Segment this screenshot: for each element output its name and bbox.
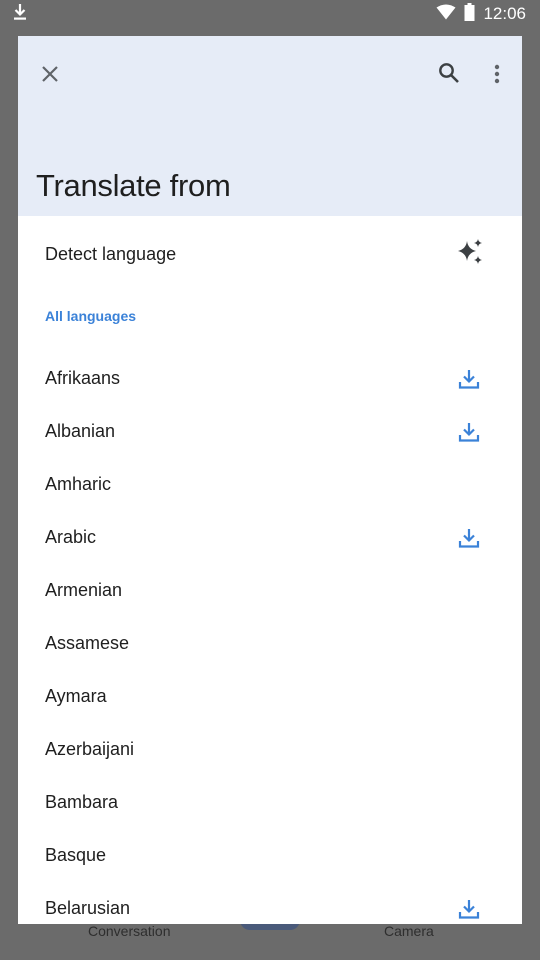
language-item-azerbaijani[interactable]: Azerbaijani bbox=[18, 723, 522, 776]
sheet-header: Translate from bbox=[18, 36, 522, 216]
all-languages-section-label: All languages bbox=[45, 308, 137, 324]
status-time: 12:06 bbox=[483, 4, 526, 23]
language-picker-sheet: Translate from Detect language All langu… bbox=[18, 36, 522, 924]
status-bar: 12:06 bbox=[0, 0, 540, 28]
detect-language-item[interactable]: Detect language bbox=[18, 226, 522, 282]
language-label: Armenian bbox=[45, 580, 123, 600]
language-item-amharic[interactable]: Amharic bbox=[18, 458, 522, 511]
language-label: Azerbaijani bbox=[45, 739, 135, 759]
download-icon[interactable] bbox=[458, 898, 480, 920]
language-item-assamese[interactable]: Assamese bbox=[18, 617, 522, 670]
language-item-albanian[interactable]: Albanian bbox=[18, 405, 522, 458]
search-button[interactable] bbox=[429, 55, 469, 95]
language-item-belarusian[interactable]: Belarusian bbox=[18, 882, 522, 924]
sparkle-icon bbox=[456, 238, 484, 271]
close-icon bbox=[41, 65, 59, 88]
download-icon[interactable] bbox=[458, 368, 480, 390]
wifi-icon bbox=[436, 4, 456, 25]
page-title: Translate from bbox=[36, 168, 231, 203]
language-label: Amharic bbox=[45, 474, 112, 494]
language-label: Basque bbox=[45, 845, 107, 865]
language-label: Belarusian bbox=[45, 898, 131, 918]
language-label: Aymara bbox=[45, 686, 107, 706]
download-icon[interactable] bbox=[458, 527, 480, 549]
download-icon[interactable] bbox=[458, 421, 480, 443]
language-item-aymara[interactable]: Aymara bbox=[18, 670, 522, 723]
language-label: Afrikaans bbox=[45, 368, 121, 388]
language-item-basque[interactable]: Basque bbox=[18, 829, 522, 882]
language-list: Afrikaans Albanian Amharic Arabic Armeni… bbox=[18, 352, 522, 924]
nav-conversation-label: Conversation bbox=[88, 923, 171, 939]
language-item-arabic[interactable]: Arabic bbox=[18, 511, 522, 564]
language-item-bambara[interactable]: Bambara bbox=[18, 776, 522, 829]
nav-camera-label: Camera bbox=[384, 923, 434, 939]
language-label: Assamese bbox=[45, 633, 130, 653]
search-icon bbox=[438, 62, 460, 89]
close-button[interactable] bbox=[30, 56, 70, 96]
language-label: Bambara bbox=[45, 792, 119, 812]
download-icon bbox=[12, 3, 28, 26]
battery-icon bbox=[464, 2, 475, 26]
language-item-armenian[interactable]: Armenian bbox=[18, 564, 522, 617]
language-label: Albanian bbox=[45, 421, 116, 441]
more-vert-icon bbox=[494, 64, 500, 89]
language-item-afrikaans[interactable]: Afrikaans bbox=[18, 352, 522, 405]
more-options-button[interactable] bbox=[477, 56, 517, 96]
detect-language-label: Detect language bbox=[45, 243, 177, 264]
language-label: Arabic bbox=[45, 527, 97, 547]
